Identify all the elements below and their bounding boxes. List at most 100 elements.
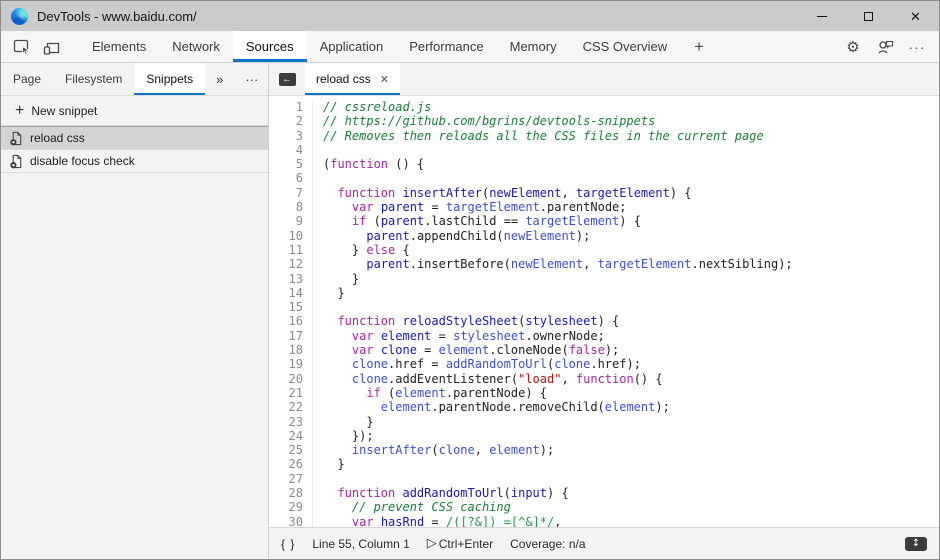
tab-performance[interactable]: Performance	[396, 31, 496, 62]
maximize-icon	[864, 12, 873, 21]
code-line: if (element.parentNode) {	[323, 386, 939, 400]
line-number: 13	[269, 272, 303, 286]
line-number: 6	[269, 171, 303, 185]
line-number: 4	[269, 143, 303, 157]
code-line: // Removes then reloads all the CSS file…	[323, 129, 939, 143]
hide-navigator-button[interactable]: ←	[269, 63, 305, 95]
code-line	[323, 171, 939, 185]
new-snippet-label: New snippet	[31, 104, 97, 118]
code-line: function insertAfter(newElement, targetE…	[323, 186, 939, 200]
code-line: }	[323, 415, 939, 429]
more-tabs-button[interactable]: +	[680, 31, 718, 62]
code-line: // prevent CSS caching	[323, 500, 939, 514]
new-snippet-button[interactable]: + New snippet	[1, 96, 268, 126]
tab-css-overview[interactable]: CSS Overview	[570, 31, 681, 62]
close-button[interactable]: ✕	[892, 1, 939, 31]
run-shortcut-label: Ctrl+Enter	[439, 537, 493, 551]
snippet-file-icon	[9, 154, 24, 169]
code-line: }	[323, 272, 939, 286]
code-line: element.parentNode.removeChild(element);	[323, 400, 939, 414]
cursor-position: Line 55, Column 1	[312, 537, 409, 551]
titlebar: DevTools - www.baidu.com/ ✕	[1, 1, 939, 31]
navigator-tab-snippets[interactable]: Snippets	[134, 63, 205, 95]
editor-tab-label: reload css	[316, 72, 371, 86]
code-line	[323, 143, 939, 157]
tab-application[interactable]: Application	[307, 31, 397, 62]
code-line: }	[323, 457, 939, 471]
code-line: (function () {	[323, 157, 939, 171]
line-number: 10	[269, 229, 303, 243]
devtools-window: DevTools - www.baidu.com/ ✕ ElementsNetw…	[0, 0, 940, 560]
navigator-overflow-button[interactable]: »	[205, 63, 234, 95]
line-number: 29	[269, 500, 303, 514]
plus-icon: +	[15, 102, 24, 120]
line-number: 30	[269, 515, 303, 527]
line-number: 19	[269, 357, 303, 371]
line-number-gutter: 1234567891011121314151617181920212223242…	[269, 100, 313, 527]
line-number: 22	[269, 400, 303, 414]
navigator-tab-filesystem[interactable]: Filesystem	[53, 63, 134, 95]
maximize-button[interactable]	[845, 1, 892, 31]
code-line: insertAfter(clone, element);	[323, 443, 939, 457]
line-number: 18	[269, 343, 303, 357]
feedback-button[interactable]	[869, 31, 901, 62]
code-line: var element = stylesheet.ownerNode;	[323, 329, 939, 343]
feedback-icon	[877, 39, 894, 54]
edge-logo-icon	[11, 8, 28, 25]
run-snippet-button[interactable]: ▷ Ctrl+Enter	[427, 536, 493, 551]
device-toolbar-button[interactable]	[37, 31, 67, 62]
main-toolbar: ElementsNetworkSourcesApplicationPerform…	[1, 31, 939, 63]
line-number: 20	[269, 372, 303, 386]
code-line: });	[323, 429, 939, 443]
code-line	[323, 472, 939, 486]
panel-tabs: ElementsNetworkSourcesApplicationPerform…	[79, 31, 680, 62]
code-line: var parent = targetElement.parentNode;	[323, 200, 939, 214]
pretty-print-button[interactable]: { }	[281, 537, 295, 551]
navigator-more-button[interactable]: ···	[234, 63, 269, 95]
toolbar-right-icons: ⚙ ···	[837, 31, 939, 62]
line-number: 21	[269, 386, 303, 400]
snippet-item-label: reload css	[30, 131, 85, 145]
line-number: 15	[269, 300, 303, 314]
minimize-icon	[817, 16, 827, 17]
code-line	[323, 300, 939, 314]
line-number: 14	[269, 286, 303, 300]
tab-sources[interactable]: Sources	[233, 31, 307, 62]
line-number: 1	[269, 100, 303, 114]
snippet-item-disable-focus-check[interactable]: disable focus check	[1, 150, 268, 173]
settings-button[interactable]: ⚙	[837, 31, 869, 62]
statusbar: { } Line 55, Column 1 ▷ Ctrl+Enter Cover…	[269, 527, 939, 559]
code-editor[interactable]: 1234567891011121314151617181920212223242…	[269, 96, 939, 527]
window-controls: ✕	[798, 1, 939, 31]
inspect-element-button[interactable]	[7, 31, 37, 62]
navigator-tab-page[interactable]: Page	[1, 63, 53, 95]
line-number: 25	[269, 443, 303, 457]
line-number: 8	[269, 200, 303, 214]
tab-network[interactable]: Network	[159, 31, 233, 62]
tab-elements[interactable]: Elements	[79, 31, 159, 62]
arrow-left-icon: ←	[279, 73, 296, 86]
updown-arrow-icon: ↕	[912, 539, 920, 549]
editor-tabbar: ← reload css ✕	[269, 63, 939, 96]
snippet-item-reload-css[interactable]: reload css	[1, 126, 268, 150]
navigator-sidebar: PageFilesystemSnippets » ··· + New snipp…	[1, 63, 269, 559]
tab-memory[interactable]: Memory	[497, 31, 570, 62]
line-number: 28	[269, 486, 303, 500]
more-options-button[interactable]: ···	[901, 31, 933, 62]
navigator-tabs: PageFilesystemSnippets » ···	[1, 63, 268, 96]
code-lines: // cssreload.js// https://github.com/bgr…	[313, 100, 939, 527]
code-line: var clone = element.cloneNode(false);	[323, 343, 939, 357]
snippet-list: reload css disable focus check	[1, 126, 268, 173]
tab-close-button[interactable]: ✕	[380, 73, 389, 86]
minimize-button[interactable]	[798, 1, 845, 31]
code-line: function reloadStyleSheet(stylesheet) {	[323, 314, 939, 328]
line-number: 27	[269, 472, 303, 486]
more-icon: ···	[909, 39, 926, 55]
editor-tab-reload-css[interactable]: reload css ✕	[305, 63, 400, 95]
line-number: 12	[269, 257, 303, 271]
more-icon: ···	[245, 72, 258, 87]
code-line: var hasRnd = /([?&])_=[^&]*/,	[323, 515, 939, 527]
code-line: if (parent.lastChild == targetElement) {	[323, 214, 939, 228]
chevron-double-right-icon: »	[216, 72, 223, 87]
toggle-drawer-button[interactable]: ↕	[905, 537, 927, 551]
